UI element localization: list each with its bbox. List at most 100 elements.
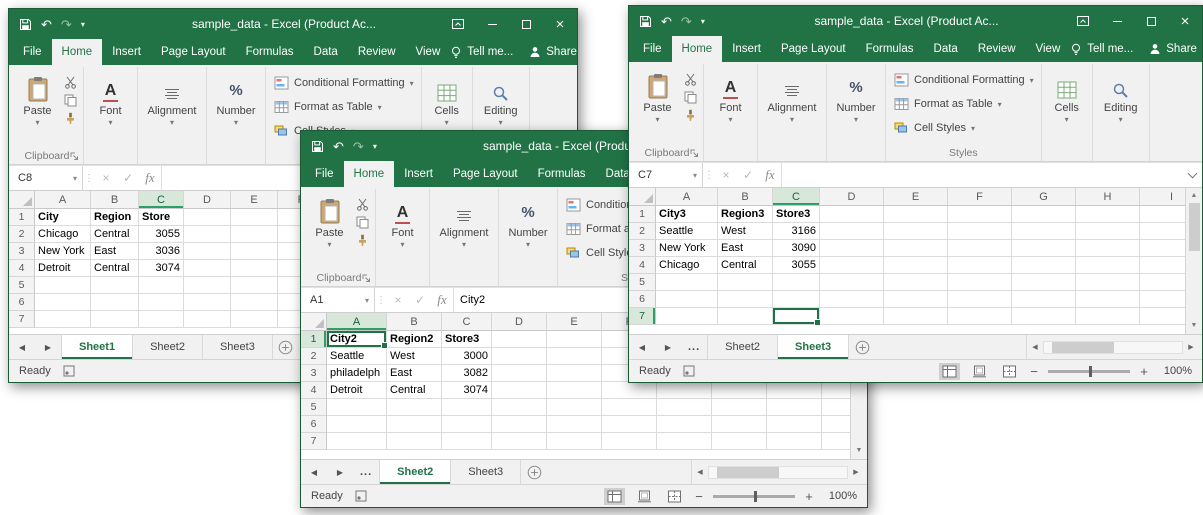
alignment-button[interactable]: Alignment ▾ — [433, 189, 495, 247]
tab-insert[interactable]: Insert — [102, 39, 151, 65]
share-button[interactable]: Share — [529, 46, 577, 58]
qat-customize-icon[interactable]: ▾ — [81, 18, 85, 31]
zoom-slider[interactable] — [713, 495, 795, 498]
sheet-tab-sheet3[interactable]: Sheet3 — [451, 460, 521, 484]
cell-d3[interactable] — [184, 243, 231, 260]
cell-f4[interactable] — [602, 382, 657, 399]
sheet-scroll-right-icon[interactable]: ▶ — [35, 335, 61, 359]
zoom-slider-thumb[interactable] — [1089, 366, 1092, 377]
cancel-icon[interactable]: × — [95, 166, 117, 190]
cell-f6[interactable] — [948, 291, 1012, 308]
cell-f3[interactable] — [948, 240, 1012, 257]
cell-f1[interactable] — [948, 206, 1012, 223]
cell-f2[interactable] — [948, 223, 1012, 240]
enter-icon[interactable]: ✓ — [737, 163, 759, 187]
editing-button[interactable]: Editing ▾ — [476, 67, 526, 125]
column-header-c[interactable]: C — [773, 188, 820, 206]
clipboard-dialog-launcher-icon[interactable] — [690, 149, 699, 158]
cell-c6[interactable] — [442, 416, 492, 433]
row-header-4[interactable]: 4 — [9, 260, 35, 277]
cell-b5[interactable] — [91, 277, 139, 294]
cell-a6[interactable] — [656, 291, 718, 308]
save-icon[interactable] — [19, 18, 32, 31]
column-header-a[interactable]: A — [656, 188, 718, 206]
number-button[interactable]: % Number ▾ — [210, 67, 262, 125]
page-break-view-icon[interactable] — [999, 363, 1020, 380]
zoom-level[interactable]: 100% — [823, 490, 857, 502]
name-box[interactable]: C8 ▾ — [9, 166, 83, 190]
cell-e6[interactable] — [547, 416, 602, 433]
format-as-table-button[interactable]: Format as Table ▾ — [889, 93, 1038, 115]
cut-icon[interactable] — [684, 73, 697, 86]
sheet-list-ellipsis[interactable]: ... — [353, 460, 379, 484]
cell-a6[interactable] — [327, 416, 387, 433]
cell-i5[interactable] — [1140, 274, 1185, 291]
cell-j6[interactable] — [822, 416, 850, 433]
ribbon-display-options-icon[interactable] — [1066, 6, 1100, 36]
row-header-5[interactable]: 5 — [301, 399, 327, 416]
cell-d4[interactable] — [492, 382, 547, 399]
cell-b2[interactable]: West — [718, 223, 773, 240]
cell-a5[interactable] — [327, 399, 387, 416]
cell-g6[interactable] — [657, 416, 712, 433]
hscroll-left-icon[interactable]: ◀ — [1027, 343, 1043, 351]
cell-e7[interactable] — [884, 308, 948, 325]
cell-e1[interactable] — [231, 209, 278, 226]
column-header-d[interactable]: D — [492, 313, 547, 331]
tab-data[interactable]: Data — [304, 39, 348, 65]
normal-view-icon[interactable] — [604, 488, 625, 505]
font-button[interactable]: A Font ▾ — [379, 189, 426, 247]
zoom-out-icon[interactable]: − — [694, 489, 704, 504]
cell-a7[interactable] — [656, 308, 718, 325]
tab-file[interactable]: File — [305, 161, 344, 187]
formula-bar-expand-icon[interactable] — [1182, 163, 1202, 187]
qat-customize-icon[interactable]: ▾ — [373, 140, 377, 153]
cell-j7[interactable] — [822, 433, 850, 450]
tab-page-layout[interactable]: Page Layout — [443, 161, 528, 187]
cell-e7[interactable] — [231, 311, 278, 328]
paste-button[interactable]: Paste ▾ — [306, 189, 353, 269]
cell-b7[interactable] — [387, 433, 442, 450]
cell-d6[interactable] — [492, 416, 547, 433]
cell-a5[interactable] — [656, 274, 718, 291]
cell-h6[interactable] — [712, 416, 767, 433]
page-break-view-icon[interactable] — [664, 488, 685, 505]
sheet-tab-sheet1[interactable]: Sheet1 — [61, 335, 133, 359]
row-header-2[interactable]: 2 — [9, 226, 35, 243]
alignment-button[interactable]: Alignment ▾ — [761, 64, 823, 122]
tab-file[interactable]: File — [13, 39, 52, 65]
horizontal-scroll-thumb[interactable] — [1052, 342, 1114, 353]
cell-styles-button[interactable]: Cell Styles ▾ — [889, 117, 1038, 139]
font-button[interactable]: A Font ▾ — [87, 67, 134, 125]
tab-formulas[interactable]: Formulas — [856, 36, 924, 62]
scroll-down-icon[interactable]: ▼ — [1191, 321, 1198, 331]
editing-button[interactable]: Editing ▾ — [1096, 64, 1146, 122]
clipboard-dialog-launcher-icon[interactable] — [70, 152, 79, 161]
cell-b3[interactable]: East — [387, 365, 442, 382]
cell-i7[interactable] — [1140, 308, 1185, 325]
cell-e4[interactable] — [547, 382, 602, 399]
row-header-7[interactable]: 7 — [301, 433, 327, 450]
format-painter-icon[interactable] — [684, 109, 697, 122]
conditional-formatting-button[interactable]: Conditional Formatting ▾ — [889, 69, 1038, 91]
sheet-list-ellipsis[interactable]: ... — [681, 335, 707, 359]
cell-g2[interactable] — [1012, 223, 1076, 240]
column-header-h[interactable]: H — [1076, 188, 1140, 206]
format-painter-icon[interactable] — [64, 112, 77, 125]
cell-a4[interactable]: Chicago — [656, 257, 718, 274]
column-header-a[interactable]: A — [35, 191, 91, 209]
cell-h4[interactable] — [1076, 257, 1140, 274]
cell-g6[interactable] — [1012, 291, 1076, 308]
cell-d2[interactable] — [820, 223, 884, 240]
column-header-f[interactable]: F — [948, 188, 1012, 206]
horizontal-scrollbar[interactable]: ◀ ▶ — [1026, 335, 1202, 359]
horizontal-scrollbar[interactable]: ◀ ▶ — [691, 460, 867, 484]
hscroll-right-icon[interactable]: ▶ — [848, 468, 864, 476]
conditional-formatting-button[interactable]: Conditional Formatting ▾ — [269, 72, 418, 94]
new-sheet-button[interactable] — [849, 335, 875, 359]
horizontal-scroll-thumb[interactable] — [717, 467, 779, 478]
cell-e3[interactable] — [547, 365, 602, 382]
cell-c3[interactable]: 3090 — [773, 240, 820, 257]
cell-b3[interactable]: East — [91, 243, 139, 260]
row-header-5[interactable]: 5 — [629, 274, 656, 291]
